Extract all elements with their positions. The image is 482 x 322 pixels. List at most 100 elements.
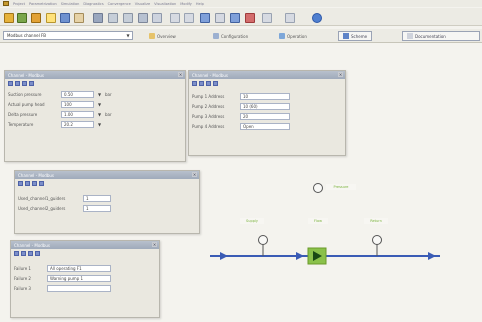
pump-field[interactable]: Open <box>240 122 290 130</box>
new-file-icon[interactable] <box>4 13 14 23</box>
failure-field[interactable]: All operating F1 <box>47 264 111 272</box>
pumps-window-title-text: Channel - Modbus <box>192 72 229 78</box>
pump-row: Pump 4 Address Open <box>192 121 342 131</box>
tab-overview[interactable]: Overview <box>146 31 179 41</box>
settings-icon[interactable] <box>60 13 70 23</box>
stop-icon[interactable] <box>245 13 255 23</box>
copy-icon[interactable] <box>108 13 118 23</box>
failure-field[interactable]: Warning pump 1 <box>47 274 111 282</box>
edit-icon[interactable] <box>18 180 23 186</box>
param-unit: bar <box>105 111 112 117</box>
param-field[interactable]: 1.00 <box>61 110 94 118</box>
copy-icon[interactable] <box>22 80 27 86</box>
search-icon[interactable] <box>170 13 180 23</box>
menu-item-help[interactable]: Help <box>196 2 204 6</box>
folder-icon[interactable] <box>74 13 84 23</box>
paste-icon[interactable] <box>35 250 40 256</box>
channels-window-title: Channel - Modbus × <box>15 171 199 179</box>
project-select[interactable]: Modbus channel FB ▼ <box>3 31 133 40</box>
tab-configuration[interactable]: Configuration <box>210 31 251 41</box>
close-icon[interactable]: × <box>178 72 183 77</box>
param-row: Delta pressure 1.00 ▼ bar <box>8 109 182 119</box>
documentation-icon <box>407 33 413 39</box>
edit-icon[interactable] <box>8 80 13 86</box>
tab-documentation[interactable]: Documentation <box>402 31 480 41</box>
failure-field[interactable] <box>47 284 111 292</box>
flow-arrow-icon <box>296 252 304 260</box>
open-check-icon[interactable] <box>17 13 27 23</box>
tab-documentation-label: Documentation <box>415 33 446 39</box>
pump-field[interactable]: 20 <box>240 112 290 120</box>
menu-item-modify[interactable]: Modify <box>180 2 192 6</box>
copy-icon[interactable] <box>28 250 33 256</box>
pin-icon[interactable] <box>152 13 162 23</box>
edit-icon[interactable] <box>192 80 197 86</box>
flow-label: Flow <box>308 218 328 224</box>
param-field[interactable]: 20.2 <box>61 120 94 128</box>
tab-scheme-label: Scheme <box>351 33 368 39</box>
menu-item-visualization[interactable]: Visualization <box>154 2 176 6</box>
help-icon[interactable] <box>312 13 322 23</box>
pencil-icon[interactable] <box>46 13 56 23</box>
channel-row: Used_channel1_guiders 1 <box>18 193 196 203</box>
close-icon[interactable]: × <box>152 242 157 247</box>
edit-icon[interactable] <box>14 250 19 256</box>
flow-gauge-icon[interactable] <box>372 235 382 245</box>
forward-icon[interactable] <box>285 13 295 23</box>
pump-field[interactable]: 10 (60) <box>240 102 290 110</box>
chevron-down-icon[interactable]: ▼ <box>125 33 131 39</box>
param-field[interactable]: 0.50 <box>61 90 94 98</box>
temperature-gauge-icon[interactable] <box>313 183 323 193</box>
chevron-down-icon[interactable]: ▼ <box>97 111 102 118</box>
paste-icon[interactable] <box>213 80 218 86</box>
flow-arrow-icon <box>428 252 436 260</box>
copy-icon[interactable] <box>32 180 37 186</box>
menu-item-visualize[interactable]: Visualize <box>135 2 150 6</box>
channels-form: Used_channel1_guiders 1 Used_channel2_gu… <box>15 187 199 215</box>
paste-icon[interactable] <box>29 80 34 86</box>
delete-icon[interactable] <box>138 13 148 23</box>
grid-view-icon[interactable] <box>200 13 210 23</box>
configuration-icon <box>213 33 219 39</box>
param-label: Temperature <box>8 121 34 127</box>
pump-field[interactable]: 10 <box>240 92 290 100</box>
close-icon[interactable]: × <box>192 172 197 177</box>
layout-icon[interactable] <box>215 13 225 23</box>
chevron-down-icon[interactable]: ▼ <box>97 91 102 98</box>
paste-icon[interactable] <box>123 13 133 23</box>
close-icon[interactable]: × <box>338 72 343 77</box>
menu-item-diagnostics[interactable]: Diagnostics <box>83 2 103 6</box>
pump-row: Pump 3 Address 20 <box>192 111 342 121</box>
menu-item-simulation[interactable]: Simulation <box>61 2 80 6</box>
refresh-icon[interactable] <box>21 250 26 256</box>
back-icon[interactable] <box>262 13 272 23</box>
menu-item-project[interactable]: Project <box>13 2 25 6</box>
tab-operation[interactable]: Operation <box>276 31 310 41</box>
tab-scheme[interactable]: Scheme <box>338 31 373 41</box>
menu-item-convergence[interactable]: Convergence <box>108 2 131 6</box>
pump-scheme: Supply Flow Return Pressure <box>200 164 482 322</box>
zoom-icon[interactable] <box>184 13 194 23</box>
refresh-icon[interactable] <box>199 80 204 86</box>
refresh-icon[interactable] <box>15 80 20 86</box>
copy-icon[interactable] <box>206 80 211 86</box>
return-label: Return <box>364 218 388 224</box>
pressure-gauge-icon[interactable] <box>258 235 268 245</box>
failures-window: Channel - Modbus × Failure 1 All operati… <box>10 240 160 318</box>
window-icon[interactable] <box>230 13 240 23</box>
chevron-down-icon[interactable]: ▼ <box>97 121 102 128</box>
pumps-window-toolbar <box>189 79 345 87</box>
paste-icon[interactable] <box>39 180 44 186</box>
refresh-icon[interactable] <box>25 180 30 186</box>
project-select-value: Modbus channel FB <box>7 33 47 38</box>
param-field[interactable]: 100 <box>61 100 94 108</box>
channel-field[interactable]: 1 <box>83 194 111 202</box>
cut-icon[interactable] <box>93 13 103 23</box>
menu-bar: Project Parametrization Simulation Diagn… <box>0 0 482 7</box>
channel-field[interactable]: 1 <box>83 204 111 212</box>
save-icon[interactable] <box>31 13 41 23</box>
pumps-form: Pump 1 Address 10 Pump 2 Address 10 (60)… <box>189 87 345 133</box>
pump-label: Pump 2 Address <box>192 103 225 109</box>
chevron-down-icon[interactable]: ▼ <box>97 101 102 108</box>
menu-item-parametrization[interactable]: Parametrization <box>29 2 57 6</box>
